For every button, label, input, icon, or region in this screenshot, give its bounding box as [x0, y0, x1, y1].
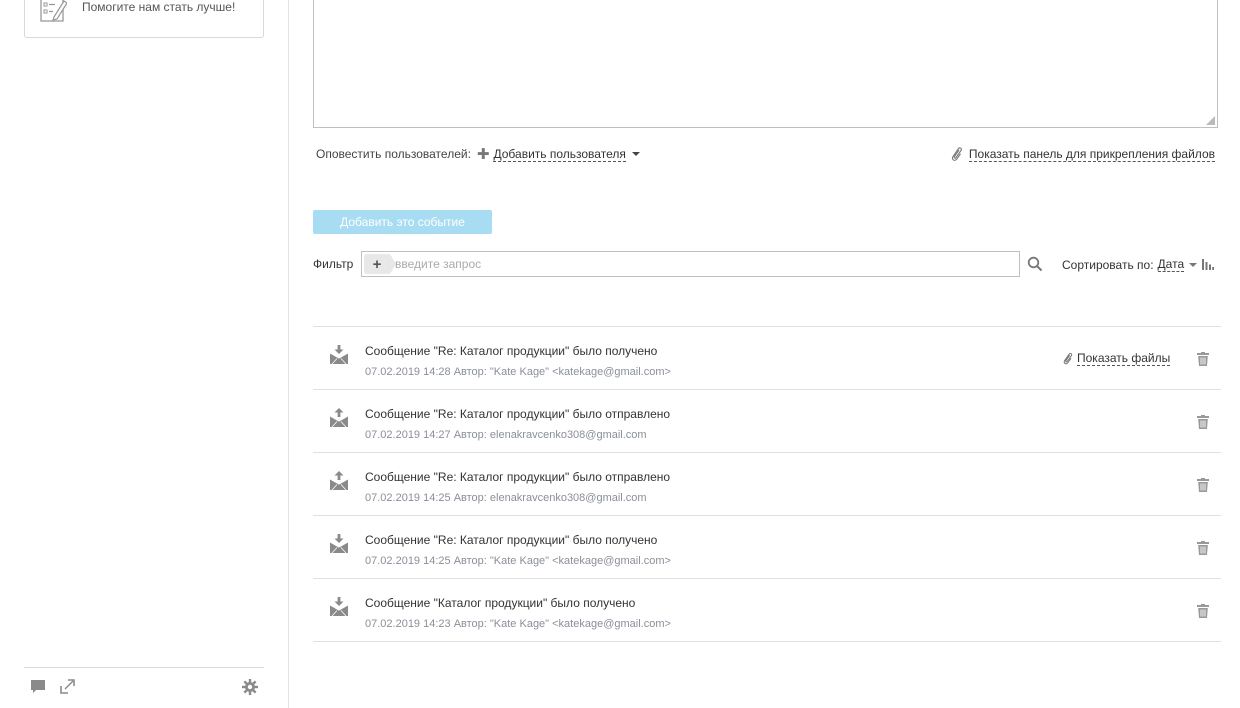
activity-title: Сообщение "Re: Каталог продукции" было о… — [365, 470, 671, 484]
mail-sent-icon — [329, 408, 349, 428]
activity-meta: 07.02.2019 14:25 Автор: elenakravcenko30… — [365, 492, 647, 504]
filter-label: Фильтр — [313, 257, 354, 271]
sort-label: Сортировать по: — [1062, 257, 1154, 272]
activity-title: Сообщение "Каталог продукции" было получ… — [365, 596, 636, 610]
activity-title: Сообщение "Re: Каталог продукции" было п… — [365, 533, 658, 547]
add-event-button[interactable]: Добавить это событие — [313, 210, 492, 234]
activity-item: Сообщение "Re: Каталог продукции" было о… — [313, 390, 1221, 453]
show-files-label: Показать файлы — [1077, 351, 1171, 366]
main-content: Оповестить пользователей: ✚ Добавить пол… — [289, 0, 1240, 708]
show-attach-panel-link[interactable]: Показать панель для прикрепления файлов — [951, 145, 1215, 163]
resize-grip-icon[interactable] — [1206, 116, 1215, 125]
show-attach-panel-label: Показать панель для прикрепления файлов — [968, 146, 1215, 162]
activity-meta: 07.02.2019 14:28 Автор: "Kate Kage" <kat… — [365, 366, 671, 378]
add-user-button[interactable]: ✚ Добавить пользователя — [477, 147, 640, 162]
trash-icon[interactable] — [1197, 352, 1209, 366]
sidebar: Помогите нам стать лучше! — [0, 0, 289, 708]
activity-meta: 07.02.2019 14:27 Автор: elenakravcenko30… — [365, 429, 647, 441]
filter-search-input[interactable] — [395, 255, 995, 273]
trash-icon[interactable] — [1197, 541, 1209, 555]
chevron-down-icon — [631, 152, 640, 156]
trash-icon[interactable] — [1197, 604, 1209, 618]
feedback-text: Помогите нам стать лучше! — [82, 0, 236, 14]
show-files-link[interactable]: Показать файлы — [1063, 351, 1171, 366]
activity-meta: 07.02.2019 14:25 Автор: "Kate Kage" <kat… — [365, 555, 671, 567]
comment-editor[interactable] — [313, 0, 1218, 128]
paperclip-icon — [951, 147, 962, 161]
sort-field-select[interactable]: Дата — [1157, 257, 1185, 272]
trash-icon[interactable] — [1197, 478, 1209, 492]
mail-received-icon — [329, 597, 349, 617]
trash-icon[interactable] — [1197, 415, 1209, 429]
activity-title: Сообщение "Re: Каталог продукции" было о… — [365, 407, 671, 421]
activity-meta: 07.02.2019 14:23 Автор: "Kate Kage" <kat… — [365, 618, 671, 630]
expand-icon[interactable] — [59, 678, 77, 696]
sort-direction-icon[interactable] — [1202, 259, 1215, 270]
sort-control: Сортировать по: Дата — [1062, 257, 1215, 272]
chevron-down-icon[interactable] — [1189, 262, 1198, 267]
filter-box[interactable]: + — [361, 251, 1020, 277]
add-user-label: Добавить пользователя — [493, 146, 626, 162]
feedback-banner[interactable]: Помогите нам стать лучше! — [24, 0, 264, 38]
activity-item: Сообщение "Re: Каталог продукции" было о… — [313, 453, 1221, 516]
chat-icon[interactable] — [30, 678, 48, 696]
activity-item: Сообщение "Каталог продукции" было получ… — [313, 579, 1221, 642]
gear-icon[interactable] — [241, 678, 259, 696]
filter-add-button[interactable]: + — [364, 254, 396, 274]
paperclip-icon — [1063, 352, 1073, 365]
plus-icon: ✚ — [476, 145, 490, 163]
notify-users-label: Оповестить пользователей: — [316, 147, 471, 161]
filter-bar: Фильтр + Сортировать по: Дата — [313, 251, 1218, 277]
activity-item: Сообщение "Re: Каталог продукции" было п… — [313, 327, 1221, 390]
notify-users-row: Оповестить пользователей: ✚ Добавить пол… — [316, 145, 640, 163]
activity-list: Сообщение "Re: Каталог продукции" было п… — [313, 326, 1221, 642]
search-icon[interactable] — [1027, 256, 1043, 272]
mail-received-icon — [329, 345, 349, 365]
sidebar-footer — [24, 667, 264, 708]
mail-received-icon — [329, 534, 349, 554]
activity-item: Сообщение "Re: Каталог продукции" было п… — [313, 516, 1221, 579]
mail-sent-icon — [329, 471, 349, 491]
checklist-pencil-icon — [40, 0, 67, 22]
activity-title: Сообщение "Re: Каталог продукции" было п… — [365, 344, 658, 358]
